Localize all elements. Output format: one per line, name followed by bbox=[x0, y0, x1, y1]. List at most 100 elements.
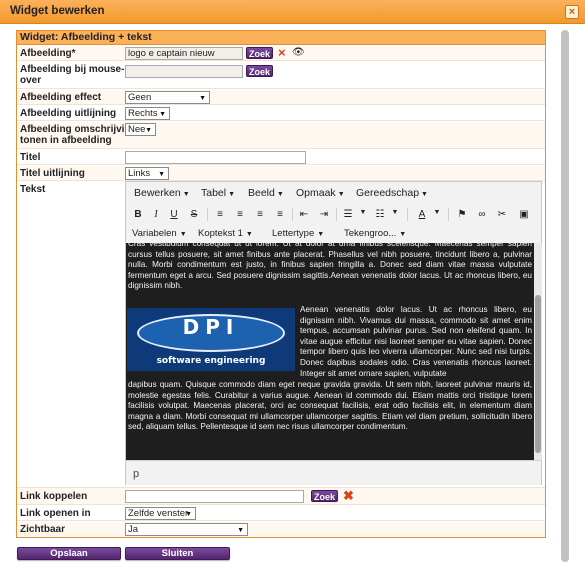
image-icon[interactable]: ▣ bbox=[518, 209, 530, 220]
editor-content[interactable]: Cras vestibulum consequat ut ut lorem. U… bbox=[126, 243, 534, 460]
toolbar-divider bbox=[336, 208, 337, 221]
menu-bewerken[interactable]: Bewerken ▼ bbox=[134, 187, 190, 199]
rich-text-editor: Bewerken ▼ Tabel ▼ Beeld ▼ Opmaak ▼ Gereedsc… bbox=[125, 181, 542, 485]
editor-statusbar: p bbox=[126, 460, 541, 485]
editor-scrollbar[interactable] bbox=[534, 243, 542, 460]
tekst-label: Tekst bbox=[20, 184, 46, 195]
text-color-icon[interactable]: A bbox=[416, 209, 428, 220]
row-omschrijving: Afbeelding omschrijving tonen in afbeeld… bbox=[17, 122, 545, 149]
chevron-down-icon[interactable]: ▼ bbox=[357, 209, 369, 216]
titel-label: Titel bbox=[20, 152, 41, 163]
align-left-icon[interactable]: ≡ bbox=[214, 209, 226, 220]
italic-icon[interactable]: I bbox=[150, 209, 162, 220]
chevron-down-icon: ▼ bbox=[199, 95, 206, 102]
align-justify-icon[interactable]: ≡ bbox=[274, 209, 286, 220]
editor-menubar: Bewerken ▼ Tabel ▼ Beeld ▼ Opmaak ▼ Gereedsc… bbox=[126, 182, 541, 204]
titel-uitlijning-value: Links bbox=[128, 168, 151, 179]
toolbar-divider bbox=[448, 208, 449, 221]
unlink-icon[interactable]: ✂ bbox=[496, 209, 508, 220]
omschrijving-select[interactable]: Nee ▼ bbox=[125, 123, 156, 136]
uitlijning-value: Rechts bbox=[128, 108, 158, 119]
editor-scrollbar-thumb[interactable] bbox=[535, 295, 541, 453]
effect-select[interactable]: Geen ▼ bbox=[125, 91, 210, 104]
uitlijning-label: Afbeelding uitlijning bbox=[20, 108, 117, 119]
row-link: Link koppelen Zoek ✖ bbox=[17, 488, 545, 505]
row-afbeelding: Afbeelding* logo e captain nieuw Zoek × … bbox=[17, 46, 545, 61]
underline-icon[interactable]: U bbox=[168, 209, 180, 220]
numbered-list-icon[interactable]: ☷ bbox=[374, 209, 386, 220]
chevron-down-icon: ▼ bbox=[145, 127, 152, 134]
link-openen-select[interactable]: Zelfde venster ▼ bbox=[125, 507, 196, 520]
dialog-scrollbar-thumb[interactable] bbox=[561, 30, 569, 562]
row-titel-uitlijning: Titel uitlijning Links ▼ bbox=[17, 166, 545, 181]
link-input[interactable] bbox=[125, 490, 304, 503]
dialog-scrollbar[interactable] bbox=[561, 30, 569, 562]
delete-icon[interactable]: ✖ bbox=[343, 489, 354, 502]
bookmark-icon[interactable]: ⚑ bbox=[456, 209, 468, 220]
lettertype-dropdown[interactable]: Lettertype ▼ bbox=[272, 228, 324, 239]
paragraph-1: Cras vestibulum consequat ut ut lorem. U… bbox=[128, 243, 532, 291]
omschrijving-label-1: Afbeelding omschrijving bbox=[20, 124, 137, 135]
indent-icon[interactable]: ⇥ bbox=[318, 209, 330, 220]
link-openen-value: Zelfde venster bbox=[128, 508, 189, 519]
editor-toolbar-2: Variabelen ▼ Koptekst 1 ▼ Lettertype ▼ Teke… bbox=[126, 226, 541, 242]
widget-form-panel: Widget: Afbeelding + tekst Afbeelding* l… bbox=[16, 30, 546, 538]
uitlijning-select[interactable]: Rechts ▼ bbox=[125, 107, 170, 120]
logo-text: DPI bbox=[182, 315, 240, 339]
save-button[interactable]: Opslaan bbox=[17, 547, 121, 560]
mouseover-zoek-button[interactable]: Zoek bbox=[246, 65, 273, 77]
editor-toolbar: B I U S ≡ ≡ ≡ ≡ ⇤ ⇥ ☰ ▼ ☷ ▼ A ▼ ⚑ ∞ ✂ ▣ bbox=[126, 205, 541, 225]
chevron-down-icon: ▼ bbox=[185, 511, 192, 518]
row-titel: Titel bbox=[17, 150, 545, 165]
titel-input[interactable] bbox=[125, 151, 306, 164]
chevron-down-icon: ▼ bbox=[158, 171, 165, 178]
menu-gereedschap[interactable]: Gereedschap ▼ bbox=[356, 187, 428, 199]
effect-value: Geen bbox=[128, 92, 152, 103]
panel-title: Widget: Afbeelding + tekst bbox=[17, 31, 545, 45]
toolbar-divider bbox=[292, 208, 293, 221]
titel-uitlijning-select[interactable]: Links ▼ bbox=[125, 167, 169, 180]
menu-opmaak[interactable]: Opmaak ▼ bbox=[296, 187, 345, 199]
delete-icon[interactable]: × bbox=[278, 46, 286, 59]
close-icon[interactable]: × bbox=[565, 5, 579, 19]
outdent-icon[interactable]: ⇤ bbox=[298, 209, 310, 220]
logo-image: DPI software engineering bbox=[127, 308, 295, 371]
toolbar-divider bbox=[407, 208, 408, 221]
koptekst-dropdown[interactable]: Koptekst 1 ▼ bbox=[198, 228, 253, 239]
chevron-down-icon[interactable]: ▼ bbox=[431, 209, 443, 216]
chevron-down-icon: ▼ bbox=[159, 111, 166, 118]
zichtbaar-select[interactable]: Ja ▼ bbox=[125, 523, 248, 536]
omschrijving-label-2: tonen in afbeelding bbox=[20, 135, 112, 146]
eye-icon[interactable]: 👁 bbox=[292, 47, 305, 59]
zichtbaar-label: Zichtbaar bbox=[20, 524, 66, 535]
row-uitlijning: Afbeelding uitlijning Rechts ▼ bbox=[17, 106, 545, 121]
close-button[interactable]: Sluiten bbox=[125, 547, 230, 560]
menu-tabel[interactable]: Tabel ▼ bbox=[201, 187, 235, 199]
link-icon[interactable]: ∞ bbox=[476, 209, 488, 220]
bold-icon[interactable]: B bbox=[132, 209, 144, 220]
afbeelding-zoek-button[interactable]: Zoek bbox=[246, 47, 273, 59]
strikethrough-icon[interactable]: S bbox=[188, 209, 200, 220]
link-label: Link koppelen bbox=[20, 491, 88, 502]
bullet-list-icon[interactable]: ☰ bbox=[342, 209, 354, 220]
mouseover-field[interactable] bbox=[125, 65, 243, 78]
mouseover-label-1: Afbeelding bij mouse- bbox=[20, 64, 125, 75]
row-link-openen: Link openen in Zelfde venster ▼ bbox=[17, 506, 545, 521]
align-right-icon[interactable]: ≡ bbox=[254, 209, 266, 220]
toolbar-divider bbox=[207, 208, 208, 221]
tekengrootte-dropdown[interactable]: Tekengroo... ▼ bbox=[344, 228, 406, 239]
paragraph-3: dapibus quam. Quisque commodo diam eget … bbox=[128, 380, 532, 432]
chevron-down-icon: ▼ bbox=[237, 527, 244, 534]
logo-subtitle: software engineering bbox=[156, 356, 266, 366]
afbeelding-field[interactable]: logo e captain nieuw bbox=[125, 47, 243, 60]
effect-label: Afbeelding effect bbox=[20, 92, 102, 103]
align-center-icon[interactable]: ≡ bbox=[234, 209, 246, 220]
link-zoek-button[interactable]: Zoek bbox=[311, 490, 338, 502]
chevron-down-icon[interactable]: ▼ bbox=[389, 209, 401, 216]
row-effect: Afbeelding effect Geen ▼ bbox=[17, 90, 545, 105]
omschrijving-value: Nee bbox=[128, 124, 146, 135]
row-mouseover: Afbeelding bij mouse- over Zoek bbox=[17, 62, 545, 89]
variabelen-dropdown[interactable]: Variabelen ▼ bbox=[132, 228, 187, 239]
element-path: p bbox=[133, 468, 140, 480]
menu-beeld[interactable]: Beeld ▼ bbox=[248, 187, 284, 199]
